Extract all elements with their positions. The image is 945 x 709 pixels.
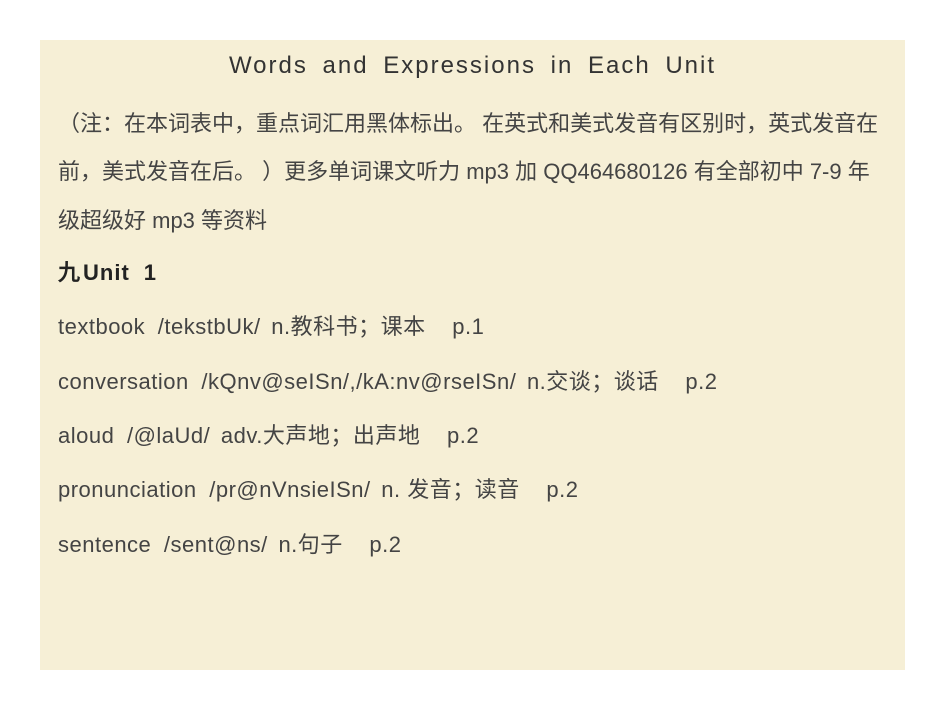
entry-word: aloud (58, 423, 114, 448)
unit-number: 1 (144, 260, 157, 285)
document-page: Words and Expressions in Each Unit （注：在本… (40, 40, 905, 670)
entry-definition: adv.大声地；出声地 (221, 423, 420, 448)
page-title: Words and Expressions in Each Unit (58, 52, 887, 80)
vocab-entry: sentence /sent@ns/ n.句子 p.2 (58, 521, 887, 569)
entry-phonetic: /sent@ns/ (164, 532, 268, 557)
unit-prefix: 九 (58, 260, 81, 285)
unit-header: 九Unit 1 (58, 255, 887, 287)
entry-definition: n.交谈；谈话 (527, 369, 659, 394)
unit-label: Unit (83, 260, 130, 285)
entry-page: p.2 (369, 532, 401, 557)
entry-definition: n. 发音；读音 (381, 477, 519, 502)
entry-definition: n.句子 (278, 532, 342, 557)
entry-word: textbook (58, 314, 145, 339)
vocab-entry: textbook /tekstbUk/ n.教科书；课本 p.1 (58, 303, 887, 351)
vocab-entry: aloud /@laUd/ adv.大声地；出声地 p.2 (58, 412, 887, 460)
entry-word: pronunciation (58, 477, 197, 502)
entry-word: conversation (58, 369, 189, 394)
entry-page: p.2 (447, 423, 479, 448)
entry-phonetic: /tekstbUk/ (158, 314, 261, 339)
vocab-entry: conversation /kQnv@seISn/,/kA:nv@rseISn/… (58, 358, 887, 406)
entry-phonetic: /kQnv@seISn/,/kA:nv@rseISn/ (201, 369, 516, 394)
note-paragraph: （注：在本词表中，重点词汇用黑体标出。 在英式和美式发音有区别时，英式发音在前，… (58, 100, 887, 245)
entry-phonetic: /pr@nVnsieISn/ (209, 477, 370, 502)
entry-word: sentence (58, 532, 151, 557)
vocab-entry: pronunciation /pr@nVnsieISn/ n. 发音；读音 p.… (58, 466, 887, 514)
entry-definition: n.教科书；课本 (271, 314, 425, 339)
entry-page: p.2 (546, 477, 578, 502)
entry-page: p.1 (452, 314, 484, 339)
entry-page: p.2 (685, 369, 717, 394)
entry-phonetic: /@laUd/ (127, 423, 210, 448)
